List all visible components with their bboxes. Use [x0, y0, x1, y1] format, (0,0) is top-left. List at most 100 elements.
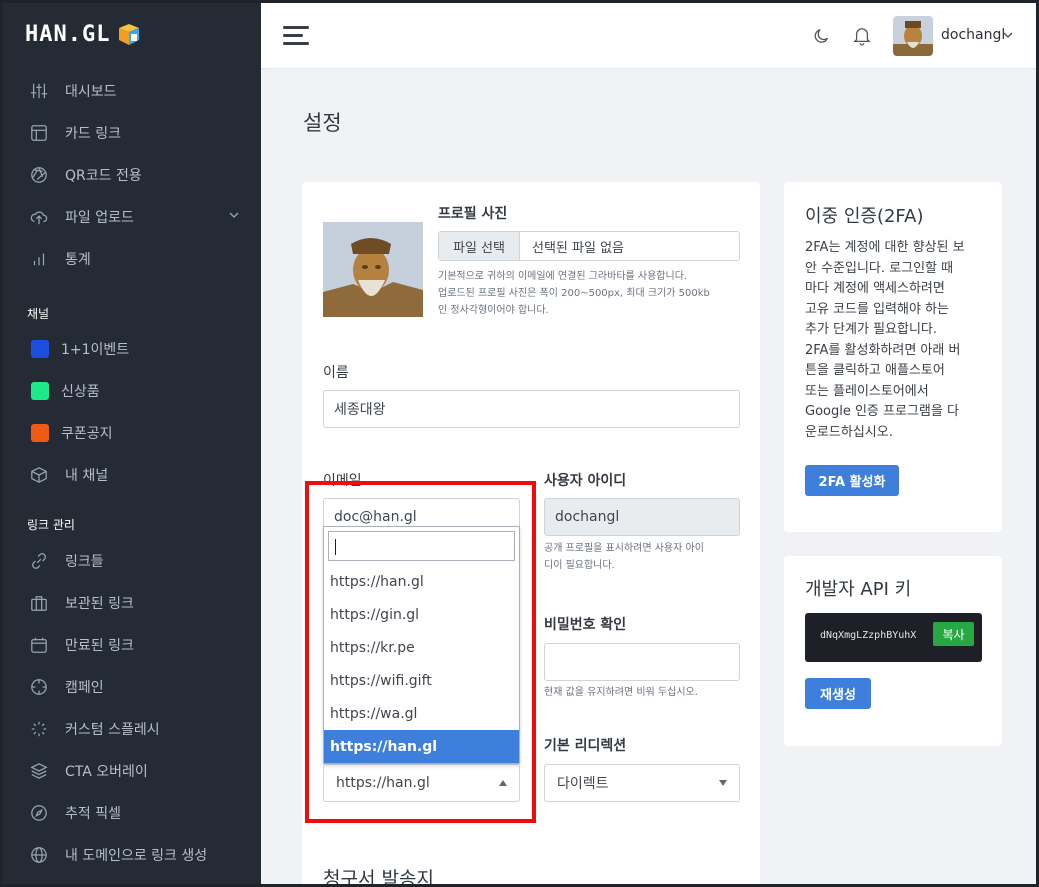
file-input[interactable]: 파일 선택 선택된 파일 없음: [438, 231, 740, 261]
redirect-select[interactable]: 다이렉트: [544, 764, 740, 802]
userid-label: 사용자 아이디: [544, 473, 627, 489]
help-line: 디이 필요합니다.: [544, 560, 615, 571]
channel-color-swatch: [31, 424, 49, 442]
text-line: 안 수준입니다. 로그인할 때: [805, 260, 954, 276]
bar-chart-icon: [29, 249, 49, 269]
channel-color-swatch: [31, 382, 49, 400]
confirm-password-help: 현재 값을 유지하려면 비워 두십시오.: [544, 687, 698, 698]
menu-icon[interactable]: [283, 26, 309, 46]
sidebar-item-archived[interactable]: 보관된 링크: [3, 582, 261, 624]
sidebar-item-label: 캠페인: [65, 680, 104, 696]
channel-item-new-product[interactable]: 신상품: [3, 370, 261, 412]
sidebar-item-dashboard[interactable]: 대시보드: [3, 70, 261, 112]
tfa-description: 2FA는 계정에 대한 향상된 보 안 수준입니다. 로그인할 때 마다 계정에…: [805, 238, 990, 443]
channels-nav: 1+1이벤트 신상품 쿠폰공지 내 채널: [3, 328, 261, 496]
main-nav: 대시보드 카드 링크 QR코드 전용 파일 업로드 통계: [3, 70, 261, 280]
billing-heading: 청구서 발송지: [323, 868, 434, 887]
profile-photo-help: 기본적으로 귀하의 이메일에 연결된 그라바타를 사용합니다. 업로드된 프로필…: [438, 268, 748, 319]
channel-item-coupon[interactable]: 쿠폰공지: [3, 412, 261, 454]
sidebar-item-card-link[interactable]: 카드 링크: [3, 112, 261, 154]
tfa-card: 이중 인증(2FA) 2FA는 계정에 대한 향상된 보 안 수준입니다. 로그…: [784, 182, 1002, 532]
text-line: 마다 계정에 액세스하려면: [805, 281, 945, 296]
link-icon: [29, 551, 49, 571]
sidebar-item-cta[interactable]: CTA 오버레이: [3, 750, 261, 792]
help-line: 업로드된 프로필 사진은 폭이 200~500px, 최대 크기가 500kb: [438, 288, 710, 299]
api-key-value: dNqXmgLZzphBYuhX: [820, 630, 917, 641]
regenerate-button[interactable]: 재생성: [805, 678, 871, 709]
layers-icon: [29, 761, 49, 781]
channel-item-event[interactable]: 1+1이벤트: [3, 328, 261, 370]
logo-box-icon: [116, 21, 142, 47]
enable-2fa-button[interactable]: 2FA 활성화: [805, 465, 899, 496]
page-title: 설정: [303, 111, 342, 135]
text-line: 운로드하십시오.: [805, 424, 893, 440]
channels-heading: 채널: [27, 306, 50, 321]
compass-icon: [29, 803, 49, 823]
links-nav: 링크들 보관된 링크 만료된 링크 캠페인 커스텀 스플레시 CTA 오버레이: [3, 540, 261, 876]
chevron-down-icon[interactable]: [1003, 31, 1013, 39]
avatar[interactable]: [893, 16, 933, 56]
text-line: Google 인증 프로그램을 다: [805, 404, 959, 419]
caret-down-icon: [719, 780, 727, 786]
chevron-down-icon: [229, 212, 239, 218]
sidebar-item-label: 내 도메인으로 링크 생성: [65, 848, 208, 864]
sidebar-item-splash[interactable]: 커스텀 스플레시: [3, 708, 261, 750]
sidebar-item-label: 보관된 링크: [65, 596, 134, 612]
sidebar: HAN.GL 대시보드 카드 링크 QR코드 전용 파일 업로드 통계 채널 1…: [3, 3, 261, 884]
upload-cloud-icon: [29, 207, 49, 227]
sidebar-item-label: 커스텀 스플레시: [65, 722, 160, 738]
sidebar-item-pixel[interactable]: 추적 픽셀: [3, 792, 261, 834]
channel-label: 쿠폰공지: [61, 426, 113, 442]
briefcase-icon: [29, 593, 49, 613]
aperture-icon: [29, 165, 49, 185]
api-key-box: dNqXmgLZzphBYuhX 복사: [805, 613, 982, 662]
channel-label: 신상품: [61, 384, 100, 400]
copy-button[interactable]: 복사: [933, 622, 974, 646]
file-select-button[interactable]: 파일 선택: [439, 232, 520, 260]
redirect-label: 기본 리디렉션: [544, 738, 627, 754]
logo[interactable]: HAN.GL: [25, 21, 142, 47]
sidebar-item-file-upload[interactable]: 파일 업로드: [3, 196, 261, 238]
app-window: HAN.GL 대시보드 카드 링크 QR코드 전용 파일 업로드 통계 채널 1…: [0, 0, 1039, 887]
name-field[interactable]: 세종대왕: [323, 390, 740, 428]
api-title: 개발자 API 키: [805, 579, 912, 600]
globe-icon: [29, 845, 49, 865]
help-line: 기본적으로 귀하의 이메일에 연결된 그라바타를 사용합니다.: [438, 271, 688, 282]
confirm-password-field[interactable]: [544, 643, 740, 681]
sidebar-item-campaign[interactable]: 캠페인: [3, 666, 261, 708]
sidebar-item-stats[interactable]: 통계: [3, 238, 261, 280]
sidebar-item-custom-domain[interactable]: 내 도메인으로 링크 생성: [3, 834, 261, 876]
sidebar-item-label: 통계: [65, 252, 91, 268]
sidebar-item-label: 만료된 링크: [65, 638, 134, 654]
layout-icon: [29, 123, 49, 143]
profile-photo: [323, 222, 423, 317]
sidebar-item-label: 파일 업로드: [65, 210, 134, 226]
sidebar-item-qr[interactable]: QR코드 전용: [3, 154, 261, 196]
sidebar-item-label: 내 채널: [65, 468, 109, 484]
logo-text: HAN.GL: [25, 21, 111, 47]
links-heading: 링크 관리: [27, 517, 75, 532]
text-line: 2FA는 계정에 대한 향상된 보: [805, 240, 965, 255]
calendar-icon: [29, 635, 49, 655]
username[interactable]: dochangl: [941, 27, 1005, 43]
highlight-box: [305, 481, 536, 823]
text-line: 또는 플레이스토어에서: [805, 383, 929, 399]
sidebar-item-expired[interactable]: 만료된 링크: [3, 624, 261, 666]
userid-help: 공개 프로필을 표시하려면 사용자 아이 디이 필요합니다.: [544, 540, 744, 574]
crosshair-icon: [29, 677, 49, 697]
tfa-title: 이중 인증(2FA): [805, 206, 924, 227]
help-line: 인 정사각형이어야 합니다.: [438, 305, 549, 316]
text-line: 튼을 클릭하고 애플스토어: [805, 363, 945, 378]
name-label: 이름: [323, 365, 349, 381]
api-key-card: 개발자 API 키 dNqXmgLZzphBYuhX 복사 재생성: [784, 556, 1002, 746]
sidebar-item-label: 대시보드: [65, 84, 117, 100]
loader-icon: [29, 719, 49, 739]
help-line: 공개 프로필을 표시하려면 사용자 아이: [544, 543, 704, 554]
moon-icon[interactable]: [813, 27, 831, 45]
sidebar-item-my-channel[interactable]: 내 채널: [3, 454, 261, 496]
sidebar-item-label: CTA 오버레이: [65, 764, 148, 780]
redirect-value: 다이렉트: [557, 776, 609, 792]
sidebar-item-links[interactable]: 링크들: [3, 540, 261, 582]
sidebar-item-label: 추적 픽셀: [65, 806, 121, 822]
bell-icon[interactable]: [853, 26, 871, 46]
